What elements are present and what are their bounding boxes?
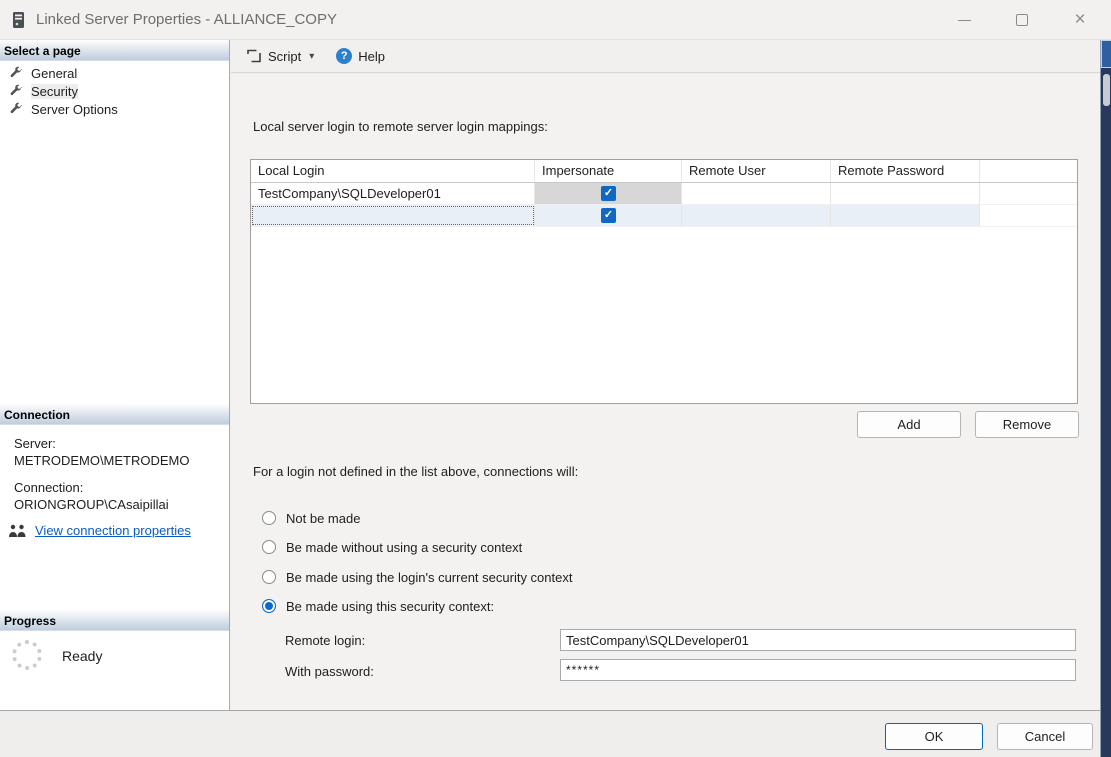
radio-icon[interactable] — [262, 511, 276, 525]
impersonate-cell: ✓ — [535, 205, 682, 226]
radio-without-security-context[interactable]: Be made without using a security context — [262, 539, 522, 555]
radio-label: Be made without using a security context — [286, 539, 523, 555]
dialog-footer: OK Cancel — [0, 710, 1100, 757]
column-header-local-login: Local Login — [251, 160, 535, 182]
help-label: Help — [358, 48, 386, 64]
remote-user-cell[interactable] — [682, 183, 831, 204]
scrollbar-thumb[interactable] — [1103, 74, 1110, 106]
select-a-page-header: Select a page — [0, 40, 229, 61]
radio-icon[interactable] — [262, 540, 276, 554]
impersonate-cell: ✓ — [535, 183, 682, 204]
window-title: Linked Server Properties - ALLIANCE_COPY — [36, 11, 337, 28]
connection-value: ORIONGROUP\CAsaipillai — [14, 497, 169, 512]
server-icon — [13, 11, 24, 28]
filler-cell — [980, 183, 1077, 204]
radio-current-security-context[interactable]: Be made using the login's current securi… — [262, 569, 572, 585]
remove-button[interactable]: Remove — [975, 411, 1079, 438]
sidebar: Select a page General Security Server Op… — [0, 40, 230, 710]
local-login-cell[interactable]: TestCompany\SQLDeveloper01 — [251, 183, 535, 204]
remote-password-cell[interactable] — [831, 205, 980, 226]
radio-label: Not be made — [286, 510, 361, 526]
column-header-filler — [980, 160, 1077, 182]
script-button[interactable]: Script ▾ — [242, 43, 318, 69]
impersonate-checkbox[interactable]: ✓ — [601, 208, 616, 223]
wrench-icon — [10, 102, 23, 114]
progress-status: Ready — [62, 648, 103, 664]
minimize-button[interactable] — [949, 5, 979, 35]
sidebar-item-label: General — [31, 65, 78, 81]
remote-user-cell[interactable] — [682, 205, 831, 226]
people-icon — [9, 524, 26, 537]
help-button[interactable]: ? Help — [332, 43, 389, 69]
radio-icon[interactable] — [262, 570, 276, 584]
with-password-input[interactable] — [560, 659, 1076, 681]
sidebar-item-security[interactable]: Security — [0, 82, 229, 100]
remote-password-cell[interactable] — [831, 183, 980, 204]
check-icon: ✓ — [603, 209, 614, 221]
remote-login-label: Remote login: — [285, 633, 366, 648]
script-label: Script — [268, 48, 302, 64]
connection-label: Connection: — [14, 480, 84, 495]
progress-spinner-icon — [12, 640, 42, 670]
table-header-row: Local Login Impersonate Remote User Remo… — [251, 160, 1077, 183]
sidebar-item-general[interactable]: General — [0, 64, 229, 82]
view-connection-properties-link[interactable]: View connection properties — [35, 523, 191, 538]
security-page-panel: Local server login to remote server logi… — [231, 74, 1100, 710]
ok-button[interactable]: OK — [885, 723, 983, 750]
column-header-impersonate: Impersonate — [535, 160, 682, 182]
with-password-label: With password: — [285, 664, 374, 679]
table-row: ✓ — [251, 205, 1077, 227]
column-header-remote-user: Remote User — [682, 160, 831, 182]
title-bar: Linked Server Properties - ALLIANCE_COPY… — [0, 0, 1111, 40]
radio-label: Be made using the login's current securi… — [286, 569, 573, 585]
connection-header: Connection — [0, 404, 229, 425]
sidebar-item-label: Security — [31, 83, 78, 99]
remote-login-input[interactable] — [560, 629, 1076, 651]
background-app-strip — [1100, 40, 1111, 757]
wrench-icon — [10, 66, 23, 78]
impersonate-checkbox[interactable]: ✓ — [601, 186, 616, 201]
server-label: Server: — [14, 436, 56, 451]
radio-not-be-made[interactable]: Not be made — [262, 510, 360, 526]
login-mappings-table: Local Login Impersonate Remote User Remo… — [250, 159, 1078, 404]
wrench-icon — [10, 84, 23, 96]
table-row: TestCompany\SQLDeveloper01 ✓ — [251, 183, 1077, 205]
sidebar-item-label: Server Options — [31, 101, 118, 117]
progress-header: Progress — [0, 610, 229, 631]
chevron-down-icon[interactable]: ▾ — [309, 51, 314, 62]
radio-label: Be made using this security context: — [286, 598, 495, 614]
connections-will-label: For a login not defined in the list abov… — [253, 464, 579, 479]
help-icon: ? — [336, 48, 353, 64]
radio-icon[interactable] — [262, 599, 276, 613]
maximize-button[interactable] — [1007, 5, 1037, 35]
local-login-cell[interactable] — [251, 205, 535, 226]
sidebar-item-server-options[interactable]: Server Options — [0, 100, 229, 118]
mappings-label: Local server login to remote server logi… — [253, 119, 548, 134]
radio-this-security-context[interactable]: Be made using this security context: — [262, 598, 494, 614]
background-tab — [1101, 40, 1111, 68]
dialog-toolbar: Script ▾ ? Help — [231, 40, 1100, 73]
check-icon: ✓ — [603, 187, 614, 199]
add-button[interactable]: Add — [857, 411, 961, 438]
filler-cell — [980, 205, 1077, 226]
script-icon — [247, 49, 261, 63]
close-button[interactable]: × — [1065, 5, 1095, 35]
column-header-remote-password: Remote Password — [831, 160, 980, 182]
cancel-button[interactable]: Cancel — [997, 723, 1093, 750]
server-value: METRODEMO\METRODEMO — [14, 453, 190, 468]
page-list: General Security Server Options — [0, 64, 229, 118]
